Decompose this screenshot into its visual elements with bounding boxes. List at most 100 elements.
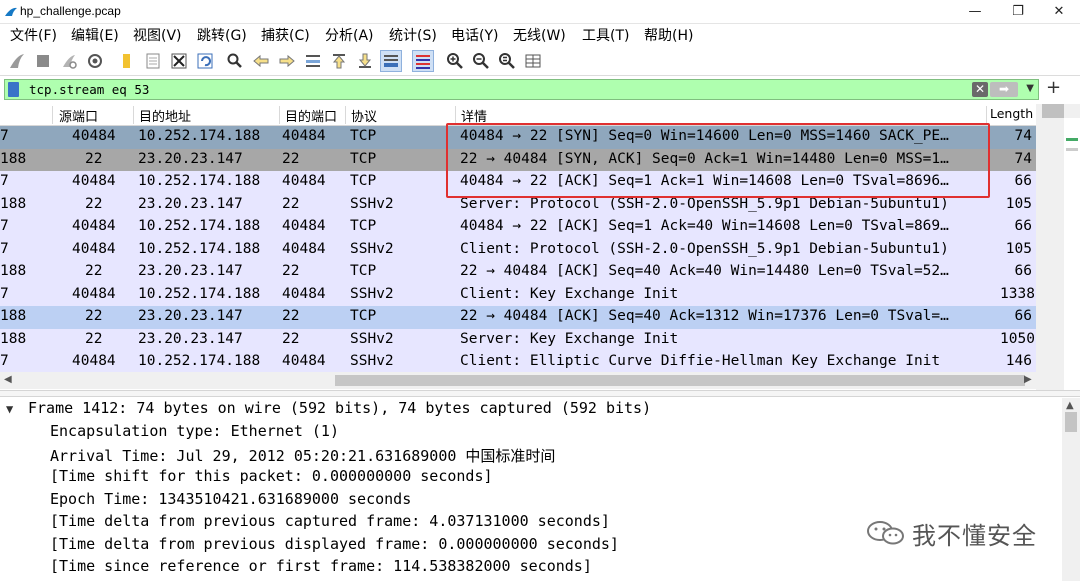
cell-src-port: 40484 <box>72 173 116 189</box>
minimize-button[interactable]: — <box>962 2 988 22</box>
forward-icon[interactable] <box>276 50 298 72</box>
detail-row[interactable]: [Time delta from previous displayed fram… <box>50 535 619 553</box>
scrollbar-thumb[interactable] <box>1042 104 1064 118</box>
packet-list-scrollbar[interactable] <box>1036 104 1080 390</box>
cell-dst-port: 40484 <box>282 173 326 189</box>
menu-wireless[interactable]: 无线(W) <box>513 25 566 45</box>
packet-row[interactable]: 188 22 23.20.23.147 22 SSHv2 Server: Key… <box>0 328 1036 351</box>
restart-capture-icon[interactable] <box>58 50 80 72</box>
cell-dst: 23.20.23.147 <box>138 150 243 167</box>
cell-num: 7 <box>0 353 9 369</box>
close-file-icon[interactable] <box>168 50 190 72</box>
capture-options-icon[interactable] <box>84 50 106 72</box>
column-header-length[interactable]: Length <box>990 106 1033 121</box>
column-header-dst-port[interactable]: 目的端口 <box>285 106 337 125</box>
autoscroll-icon[interactable] <box>380 50 402 72</box>
packet-list-hscrollbar[interactable]: ◀ ▶ <box>0 372 1036 389</box>
menu-capture[interactable]: 捕获(C) <box>261 25 310 45</box>
cell-dst: 23.20.23.147 <box>138 308 243 324</box>
stop-capture-icon[interactable] <box>32 50 54 72</box>
cell-info: Client: Protocol (SSH-2.0-OpenSSH_5.9p1 … <box>460 240 949 257</box>
detail-row[interactable]: [Time delta from previous captured frame… <box>50 512 610 530</box>
column-separator[interactable] <box>279 106 280 124</box>
cell-num: 7 <box>0 218 9 234</box>
hscrollbar-thumb[interactable] <box>335 375 1025 386</box>
menu-go[interactable]: 跳转(G) <box>197 25 247 45</box>
reload-icon[interactable] <box>194 50 216 72</box>
cell-length: 66 <box>1014 308 1032 324</box>
column-separator[interactable] <box>133 106 134 124</box>
column-separator[interactable] <box>345 106 346 124</box>
menu-tools[interactable]: 工具(T) <box>582 25 629 45</box>
cell-protocol: SSHv2 <box>350 195 394 212</box>
frame-summary-row[interactable]: Frame 1412: 74 bytes on wire (592 bits),… <box>28 399 651 417</box>
open-file-icon[interactable] <box>116 50 138 72</box>
menu-file[interactable]: 文件(F) <box>10 25 57 45</box>
shark-fin-start-icon[interactable] <box>6 50 28 72</box>
column-header-src-port[interactable]: 源端口 <box>59 106 98 125</box>
menu-edit[interactable]: 编辑(E) <box>71 25 119 45</box>
clear-filter-icon[interactable]: ✕ <box>972 82 988 97</box>
menu-statistics[interactable]: 统计(S) <box>389 25 437 45</box>
cell-info: Client: Key Exchange Init <box>460 285 679 302</box>
packet-row[interactable]: 188 22 23.20.23.147 22 TCP 22 → 40484 [A… <box>0 306 1036 329</box>
main-toolbar <box>0 46 1080 76</box>
packet-row[interactable]: 7 40484 10.252.174.188 40484 SSHv2 Clien… <box>0 238 1036 261</box>
column-separator[interactable] <box>52 106 53 124</box>
close-button[interactable]: ✕ <box>1046 2 1072 22</box>
cell-protocol: SSHv2 <box>350 240 394 257</box>
cell-length: 105 <box>1005 240 1032 257</box>
cell-protocol: TCP <box>350 308 377 324</box>
back-icon[interactable] <box>250 50 272 72</box>
pane-splitter[interactable] <box>0 390 1080 397</box>
find-icon[interactable] <box>224 50 246 72</box>
menu-view[interactable]: 视图(V) <box>133 25 182 45</box>
packet-minimap[interactable] <box>1064 118 1080 390</box>
expand-toggle-icon[interactable]: ▼ <box>6 402 13 416</box>
column-separator[interactable] <box>986 106 987 124</box>
maximize-button[interactable]: ❐ <box>1005 2 1031 22</box>
column-header-protocol[interactable]: 协议 <box>351 106 377 125</box>
cell-num: 7 <box>0 173 9 189</box>
detail-row[interactable]: Epoch Time: 1343510421.631689000 seconds <box>50 490 411 508</box>
file-icon[interactable] <box>142 50 164 72</box>
colorize-icon[interactable] <box>412 50 434 72</box>
goto-packet-icon[interactable] <box>302 50 324 72</box>
scroll-up-icon[interactable]: ▲ <box>1066 400 1074 411</box>
title-bar: hp_challenge.pcap — ❐ ✕ <box>0 0 1080 24</box>
cell-src-port: 40484 <box>72 285 116 302</box>
packet-row[interactable]: 7 40484 10.252.174.188 40484 TCP 40484 →… <box>0 216 1036 239</box>
zoom-in-icon[interactable] <box>444 50 466 72</box>
cell-num: 188 <box>0 308 27 324</box>
cell-info: Client: Elliptic Curve Diffie-Hellman Ke… <box>460 353 941 369</box>
detail-row[interactable]: [Time since reference or first frame: 11… <box>50 557 592 575</box>
packet-row[interactable]: 7 40484 10.252.174.188 40484 SSHv2 Clien… <box>0 351 1036 374</box>
detail-row[interactable]: Encapsulation type: Ethernet (1) <box>50 422 339 440</box>
column-separator[interactable] <box>455 106 456 124</box>
detail-row[interactable]: [Time shift for this packet: 0.000000000… <box>50 467 493 485</box>
details-scrollbar[interactable]: ▲ <box>1062 398 1080 581</box>
menu-analyze[interactable]: 分析(A) <box>325 25 374 45</box>
packet-row[interactable]: 7 40484 10.252.174.188 40484 SSHv2 Clien… <box>0 283 1036 306</box>
add-filter-button[interactable]: + <box>1046 79 1061 97</box>
scroll-left-icon[interactable]: ◀ <box>4 374 12 385</box>
display-filter-input[interactable]: tcp.stream eq 53 ✕ ➡ ▼ <box>4 79 1039 100</box>
filter-dropdown-icon[interactable]: ▼ <box>1026 83 1034 94</box>
zoom-out-icon[interactable] <box>470 50 492 72</box>
filter-bookmark-icon[interactable] <box>8 82 19 97</box>
resize-columns-icon[interactable] <box>522 50 544 72</box>
detail-row[interactable]: Arrival Time: Jul 29, 2012 05:20:21.6316… <box>50 445 555 466</box>
menu-telephony[interactable]: 电话(Y) <box>451 25 498 45</box>
column-header-dst-addr[interactable]: 目的地址 <box>139 106 191 125</box>
first-packet-icon[interactable] <box>328 50 350 72</box>
zoom-normal-icon[interactable] <box>496 50 518 72</box>
packet-row[interactable]: 188 22 23.20.23.147 22 TCP 22 → 40484 [A… <box>0 261 1036 284</box>
apply-filter-button[interactable]: ➡ <box>990 82 1018 97</box>
packet-details-pane: ▼ Frame 1412: 74 bytes on wire (592 bits… <box>0 398 1062 581</box>
cell-num: 7 <box>0 240 9 257</box>
last-packet-icon[interactable] <box>354 50 376 72</box>
menu-help[interactable]: 帮助(H) <box>644 25 693 45</box>
cell-dst-port: 22 <box>282 308 300 324</box>
scroll-right-icon[interactable]: ▶ <box>1024 374 1032 385</box>
details-scrollbar-thumb[interactable] <box>1065 412 1077 432</box>
